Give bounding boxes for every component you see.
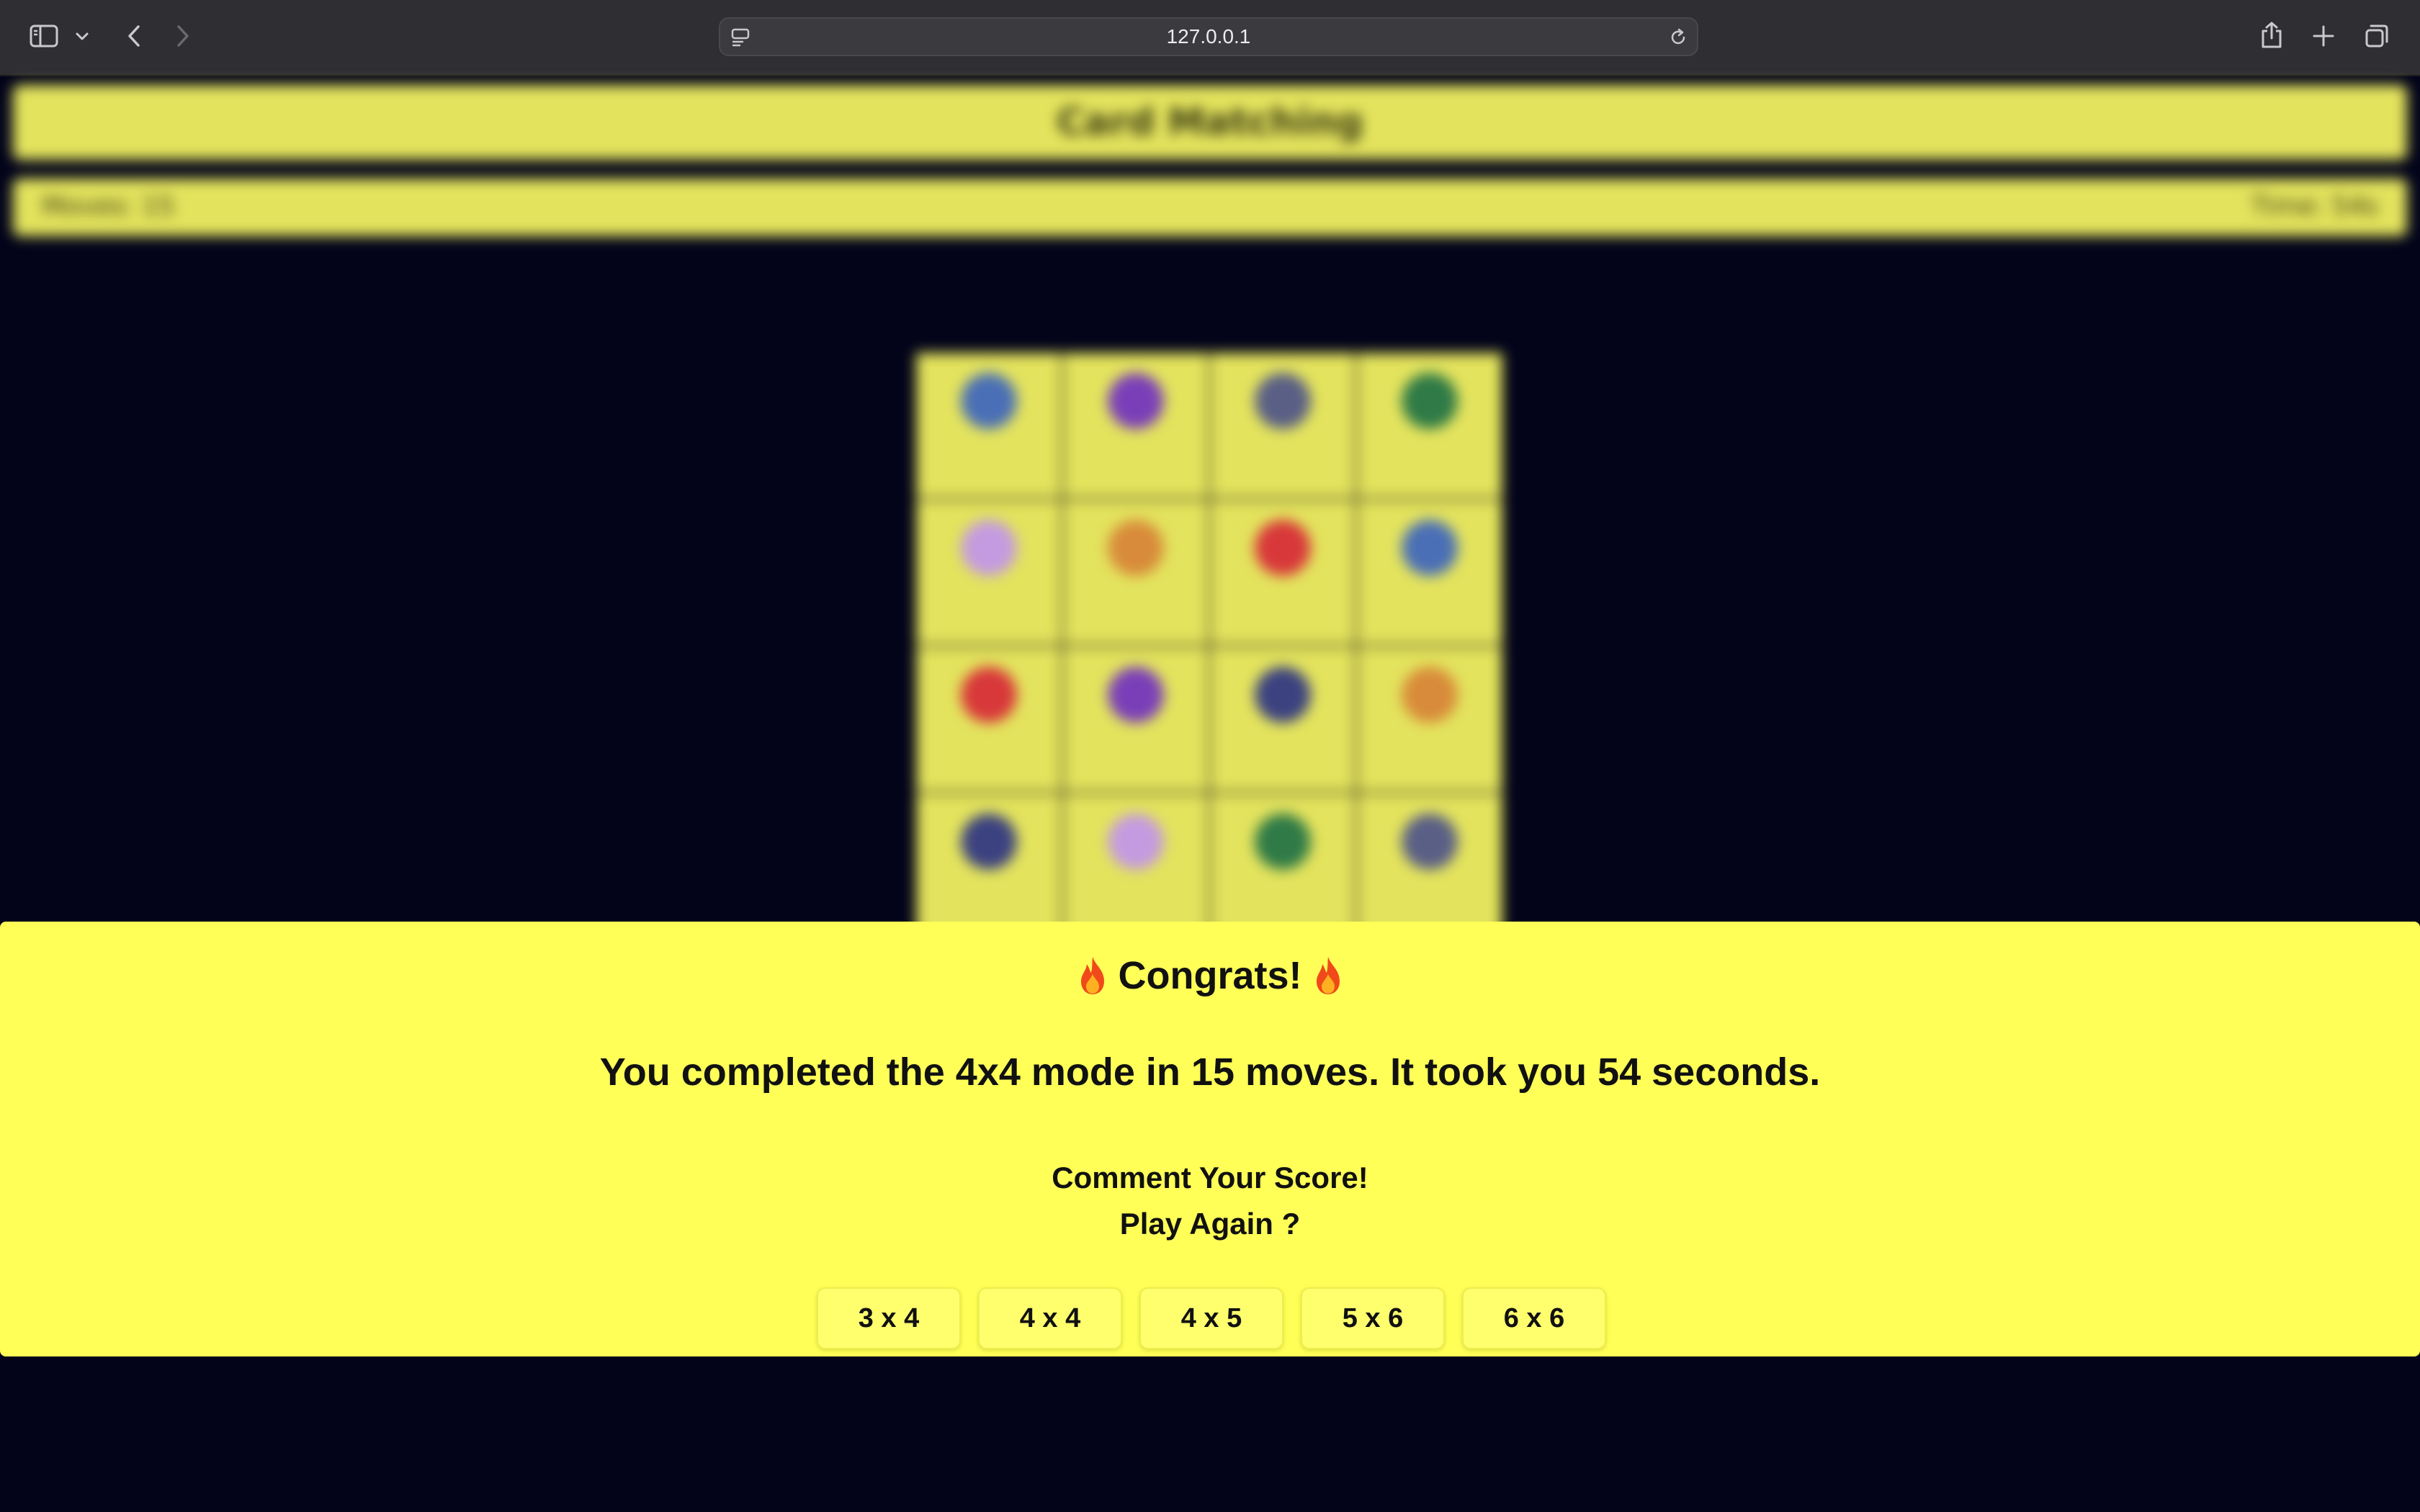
mode-buttons: 3 x 4 4 x 4 4 x 5 5 x 6 6 x 6: [817, 1287, 1606, 1349]
game-card[interactable]: [1063, 647, 1209, 792]
card-emoji: [1255, 814, 1311, 870]
mode-3x4-button[interactable]: 3 x 4: [817, 1287, 961, 1349]
game-card[interactable]: [1210, 647, 1355, 792]
card-emoji: [1402, 520, 1458, 576]
game-card[interactable]: [916, 353, 1062, 498]
game-card[interactable]: [916, 793, 1062, 939]
card-emoji: [1255, 373, 1311, 429]
browser-toolbar: 127.0.0.1: [0, 0, 2420, 76]
game-card[interactable]: [1063, 353, 1209, 498]
game-card[interactable]: [916, 647, 1062, 792]
game-card[interactable]: [1357, 647, 1502, 792]
game-card[interactable]: [1210, 500, 1355, 645]
forward-icon[interactable]: [169, 22, 197, 50]
game-card[interactable]: [1357, 353, 1502, 498]
mode-4x5-button[interactable]: 4 x 5: [1139, 1287, 1283, 1349]
card-emoji: [1108, 667, 1164, 723]
card-emoji: [1108, 814, 1164, 870]
game-card[interactable]: [1210, 793, 1355, 939]
game-card[interactable]: [1063, 793, 1209, 939]
game-card[interactable]: [916, 500, 1062, 645]
game-title: Card Matching: [13, 85, 2407, 160]
game-card[interactable]: [1357, 500, 1502, 645]
card-emoji: [961, 667, 1017, 723]
fire-icon: [1080, 957, 1104, 994]
card-emoji: [1402, 373, 1458, 429]
game-card[interactable]: [1357, 793, 1502, 939]
game-card[interactable]: [1210, 353, 1355, 498]
stats-bar: Moves: 15 Time: 54s: [13, 179, 2407, 236]
card-emoji: [1255, 667, 1311, 723]
completion-summary: You completed the 4x4 mode in 15 moves. …: [599, 1050, 1821, 1094]
new-tab-icon[interactable]: [2309, 22, 2338, 50]
card-emoji: [1108, 373, 1164, 429]
card-emoji: [961, 814, 1017, 870]
congrats-text: Congrats!: [1118, 954, 1302, 997]
mode-4x4-button[interactable]: 4 x 4: [978, 1287, 1122, 1349]
card-grid: [916, 353, 1502, 939]
card-emoji: [961, 520, 1017, 576]
card-emoji: [1255, 520, 1311, 576]
congrats-heading: Congrats!: [0, 953, 2420, 998]
url-text: 127.0.0.1: [1166, 25, 1251, 48]
card-emoji: [1108, 520, 1164, 576]
comment-prompt: Comment Your Score!: [1052, 1161, 1368, 1194]
play-again-prompt: Play Again ?: [1119, 1207, 1301, 1241]
tabs-overview-icon[interactable]: [2362, 22, 2391, 50]
reload-icon[interactable]: [1667, 26, 1690, 49]
card-emoji: [961, 373, 1017, 429]
share-icon[interactable]: [2257, 19, 2286, 52]
card-emoji: [1402, 667, 1458, 723]
moves-counter: Moves: 15: [42, 192, 175, 221]
back-icon[interactable]: [120, 22, 148, 50]
mode-5x6-button[interactable]: 5 x 6: [1301, 1287, 1445, 1349]
card-emoji: [1402, 814, 1458, 870]
timer: Time: 54s: [2251, 192, 2378, 221]
congrats-modal: Congrats! You completed the 4x4 mode in …: [0, 922, 2420, 1356]
fire-icon: [1316, 957, 1340, 994]
chevron-down-icon[interactable]: [72, 27, 92, 45]
address-bar[interactable]: 127.0.0.1: [719, 17, 1698, 56]
mode-6x6-button[interactable]: 6 x 6: [1462, 1287, 1606, 1349]
game-card[interactable]: [1063, 500, 1209, 645]
sidebar-icon[interactable]: [27, 22, 60, 50]
